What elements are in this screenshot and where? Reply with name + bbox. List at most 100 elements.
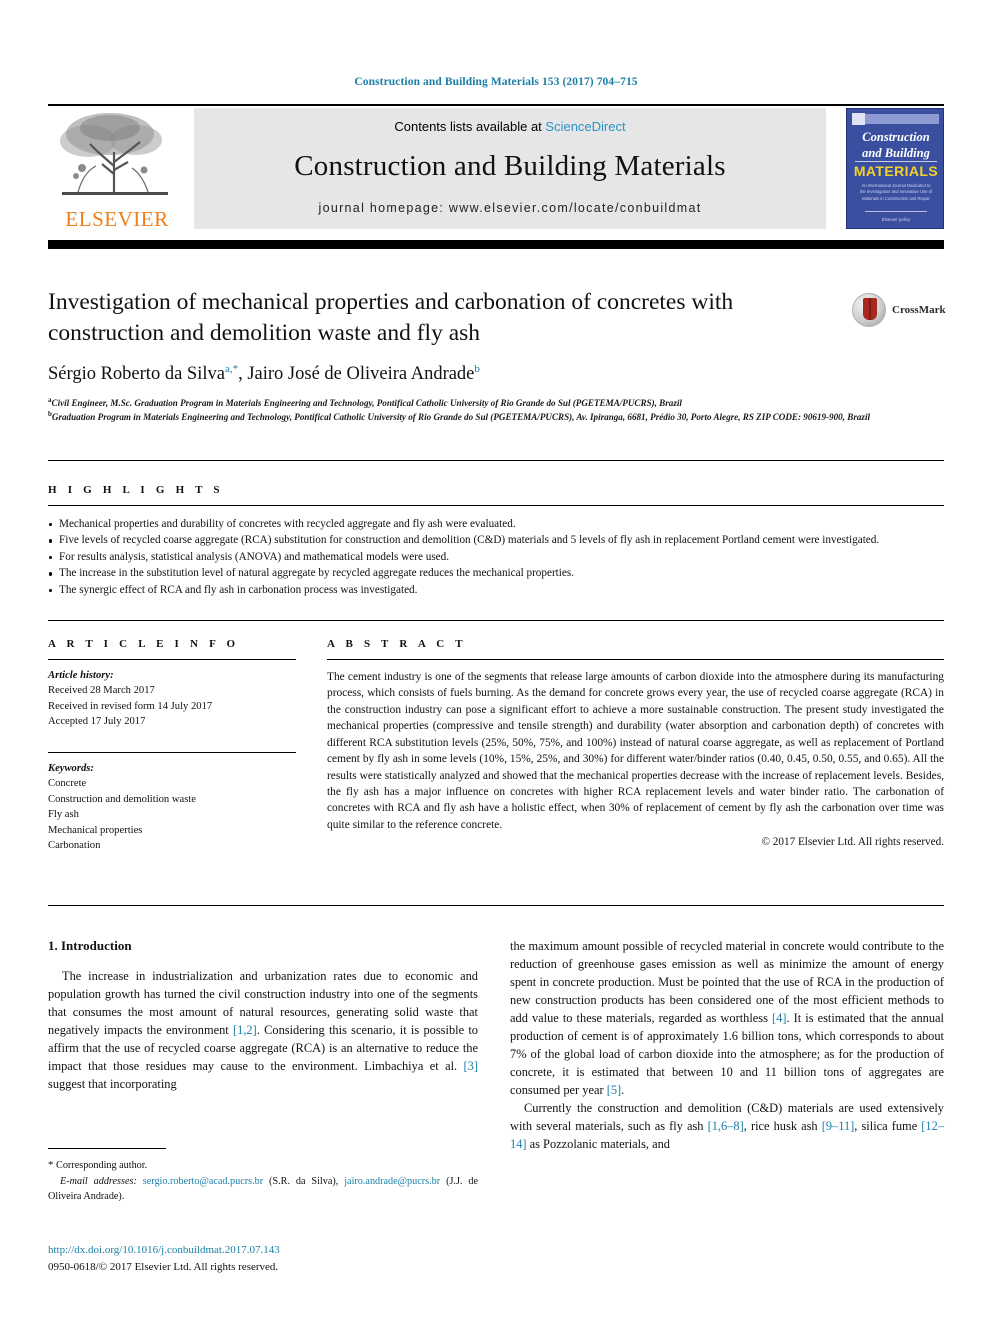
- list-item: Mechanical properties and durability of …: [48, 516, 944, 532]
- email-addresses-note: E-mail addresses: sergio.roberto@acad.pu…: [48, 1174, 478, 1205]
- email-link-2[interactable]: jairo.andrade@pucrs.br: [344, 1176, 440, 1187]
- intro-paragraph-right-1: the maximum amount possible of recycled …: [510, 938, 944, 1100]
- list-item: The increase in the substitution level o…: [48, 565, 944, 581]
- article-info-rule: [48, 659, 296, 660]
- elsevier-logo: ELSEVIER: [48, 108, 186, 230]
- cover-line-3: MATERIALS: [853, 163, 939, 179]
- email-link-1[interactable]: sergio.roberto@acad.pucrs.br: [143, 1176, 263, 1187]
- citation-ref[interactable]: [1,2]: [233, 1023, 257, 1037]
- author-2-affil-marker: b: [474, 363, 480, 376]
- citation-ref[interactable]: [1,6–8]: [708, 1119, 744, 1133]
- history-accepted: Accepted 17 July 2017: [48, 716, 146, 728]
- masthead-black-band: [48, 240, 944, 249]
- list-item: Five levels of recycled coarse aggregate…: [48, 532, 944, 548]
- abstract-section: A B S T R A C T The cement industry is o…: [327, 638, 944, 848]
- list-item: For results analysis, statistical analys…: [48, 549, 944, 565]
- issn-copyright-line: 0950-0618/© 2017 Elsevier Ltd. All right…: [48, 1260, 279, 1273]
- email-addresses-label: E-mail addresses:: [60, 1175, 137, 1187]
- citation-ref[interactable]: [9–11]: [822, 1119, 855, 1133]
- cover-bottom-divider: [865, 211, 927, 212]
- body-column-left: 1. Introduction The increase in industri…: [48, 938, 478, 1094]
- sciencedirect-link[interactable]: ScienceDirect: [545, 119, 625, 134]
- cover-blurb: An International Journal Dedicated to th…: [859, 183, 933, 201]
- abstract-rule: [327, 659, 944, 660]
- paper-page: Construction and Building Materials 153 …: [0, 0, 992, 1323]
- keywords-label: Keywords:: [48, 762, 94, 774]
- affiliation-list: aCivil Engineer, M.Sc. Graduation Progra…: [48, 396, 944, 424]
- corresponding-author-label: Corresponding author.: [53, 1160, 148, 1171]
- highlights-rule: [48, 505, 944, 506]
- keyword-item: Construction and demolition waste: [48, 793, 196, 805]
- keyword-item: Concrete: [48, 778, 87, 790]
- cover-line-1: Construction: [862, 130, 930, 144]
- body-column-right: the maximum amount possible of recycled …: [510, 938, 944, 1154]
- keyword-item: Carbonation: [48, 840, 101, 852]
- doi-link[interactable]: http://dx.doi.org/10.1016/j.conbuildmat.…: [48, 1242, 478, 1259]
- cover-divider: [855, 161, 937, 162]
- citation-ref[interactable]: [3]: [464, 1059, 478, 1073]
- email-owner-1: (S.R. da Silva),: [263, 1175, 345, 1187]
- journal-title: Construction and Building Materials: [294, 150, 726, 182]
- cover-elsevier-mark-icon: [852, 113, 865, 125]
- intro-paragraph-left: The increase in industrialization and ur…: [48, 968, 478, 1094]
- affil-a-text: Civil Engineer, M.Sc. Graduation Program…: [51, 398, 682, 409]
- intro-paragraph-right-2: Currently the construction and demolitio…: [510, 1100, 944, 1154]
- citation-ref[interactable]: [4]: [772, 1011, 786, 1025]
- section-heading-introduction: 1. Introduction: [48, 938, 132, 953]
- author-list: Sérgio Roberto da Silvaa,*, Jairo José d…: [48, 363, 944, 385]
- doi-block: http://dx.doi.org/10.1016/j.conbuildmat.…: [48, 1242, 478, 1275]
- intro-right2-text-b: , rice husk ash: [743, 1118, 822, 1133]
- abstract-label: A B S T R A C T: [327, 638, 467, 650]
- keywords-block: Keywords: Concrete Construction and demo…: [48, 761, 296, 854]
- keyword-item: Fly ash: [48, 809, 79, 821]
- author-1: Sérgio Roberto da Silva: [48, 364, 225, 385]
- journal-cover-thumbnail[interactable]: Construction and Building MATERIALS An I…: [846, 108, 944, 229]
- footnote-block: * Corresponding author. E-mail addresses…: [48, 1148, 478, 1204]
- title-section-divider: [48, 460, 944, 461]
- affiliation-b: bGraduation Program in Materials Enginee…: [48, 410, 944, 424]
- highlights-list: Mechanical properties and durability of …: [48, 516, 944, 598]
- intro-text-c: suggest that incorporating: [48, 1076, 177, 1091]
- history-received: Received 28 March 2017: [48, 685, 155, 697]
- article-info-section: A R T I C L E I N F O Article history: R…: [48, 638, 296, 854]
- intro-right2-text-c: , silica fume: [854, 1118, 922, 1133]
- page-title: Investigation of mechanical properties a…: [48, 289, 734, 347]
- corresponding-author-note: * Corresponding author.: [48, 1157, 478, 1174]
- article-history-label: Article history:: [48, 670, 114, 681]
- article-title-block: Investigation of mechanical properties a…: [48, 287, 946, 424]
- author-2: , Jairo José de Oliveira Andrade: [238, 364, 475, 385]
- cover-top-bar: [853, 114, 939, 124]
- abstract-section-divider: [48, 905, 944, 906]
- abstract-text: The cement industry is one of the segmen…: [327, 671, 944, 831]
- journal-homepage[interactable]: journal homepage: www.elsevier.com/locat…: [194, 201, 826, 215]
- keyword-item: Mechanical properties: [48, 824, 143, 836]
- keywords-rule: [48, 751, 296, 753]
- history-revised: Received in revised form 14 July 2017: [48, 700, 213, 712]
- highlights-section-divider: [48, 620, 944, 621]
- author-1-affil-marker: a,*: [224, 363, 239, 376]
- article-info-label: A R T I C L E I N F O: [48, 638, 240, 650]
- list-item: The synergic effect of RCA and fly ash i…: [48, 582, 944, 598]
- cover-line-2: and Building: [862, 146, 930, 160]
- crossmark-book-shape: [863, 298, 877, 320]
- contents-available-line: Contents lists available at ScienceDirec…: [194, 119, 826, 134]
- highlights-label: H I G H L I G H T S: [48, 484, 224, 496]
- highlights-section: H I G H L I G H T S Mechanical propertie…: [48, 484, 944, 598]
- contents-prefix: Contents lists available at: [394, 119, 546, 134]
- masthead-center-panel: Contents lists available at ScienceDirec…: [194, 108, 826, 229]
- abstract-copyright: © 2017 Elsevier Ltd. All rights reserved…: [761, 836, 945, 849]
- crossmark-label: CrossMark: [892, 304, 946, 316]
- elsevier-tree-icon: [60, 113, 168, 195]
- intro-right2-text-d: as Pozzolanic materials, and: [526, 1136, 671, 1151]
- affil-b-text: Graduation Program in Materials Engineer…: [51, 412, 870, 423]
- cover-bottom-text: Elsevier policy: [881, 217, 911, 222]
- affiliation-a: aCivil Engineer, M.Sc. Graduation Progra…: [48, 396, 944, 410]
- elsevier-wordmark: ELSEVIER: [65, 207, 169, 231]
- running-head: Construction and Building Materials 153 …: [354, 76, 638, 88]
- footnote-rule: [48, 1148, 166, 1149]
- intro-right-text-c: .: [621, 1082, 625, 1097]
- citation-ref[interactable]: [5]: [607, 1083, 621, 1097]
- article-history-block: Article history: Received 28 March 2017 …: [48, 668, 296, 730]
- crossmark-badge[interactable]: CrossMark: [852, 293, 946, 329]
- journal-masthead: ELSEVIER Contents lists available at Sci…: [48, 104, 944, 230]
